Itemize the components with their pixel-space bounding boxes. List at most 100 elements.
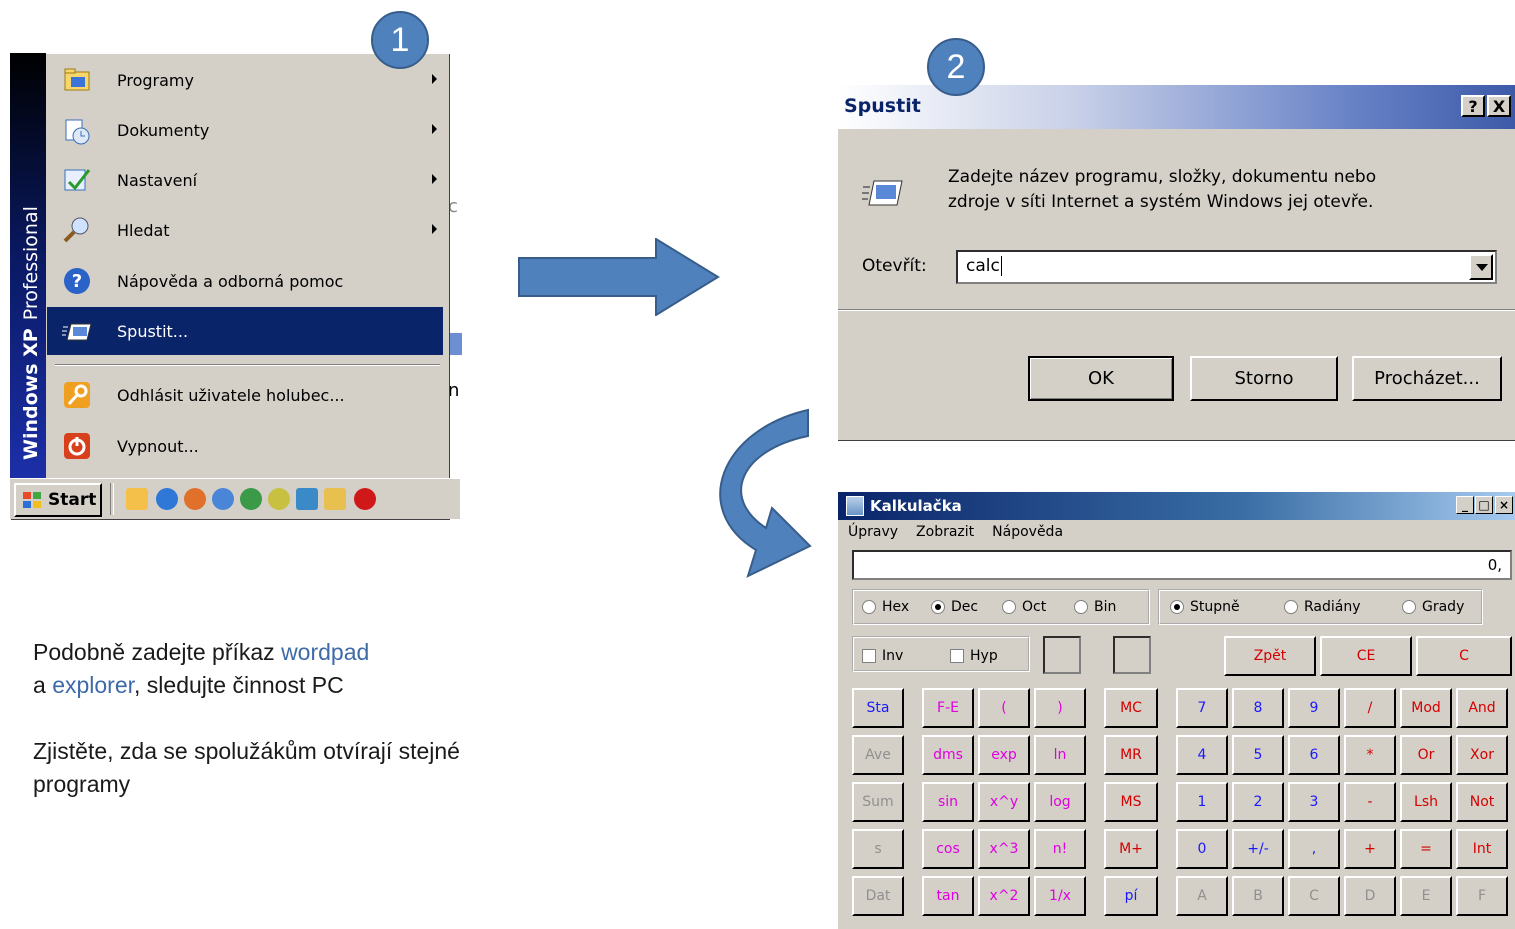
inv-checkbox[interactable]: Inv bbox=[862, 648, 903, 664]
radio-oct[interactable]: Oct bbox=[1002, 599, 1046, 615]
calc-key[interactable]: MS bbox=[1104, 782, 1158, 822]
calc-key[interactable]: dms bbox=[922, 735, 974, 775]
clear-entry-key[interactable]: CE bbox=[1320, 636, 1412, 676]
calc-key[interactable]: , bbox=[1288, 829, 1340, 869]
minimize-button[interactable]: _ bbox=[1456, 496, 1474, 514]
start-menu-item-settings[interactable]: Nastavení bbox=[47, 156, 443, 204]
calc-key[interactable]: sin bbox=[922, 782, 974, 822]
calc-key[interactable]: 8 bbox=[1232, 688, 1284, 728]
calc-key[interactable]: E bbox=[1400, 876, 1452, 916]
cancel-button[interactable]: Storno bbox=[1190, 356, 1338, 401]
calc-key[interactable]: 5 bbox=[1232, 735, 1284, 775]
paint-icon[interactable] bbox=[268, 488, 290, 510]
calc-key[interactable]: C bbox=[1288, 876, 1340, 916]
calc-key[interactable]: x^3 bbox=[978, 829, 1030, 869]
opera-icon[interactable] bbox=[354, 488, 376, 510]
instruction-text: , sledujte činnost PC bbox=[134, 672, 344, 698]
calc-key[interactable]: x^2 bbox=[978, 876, 1030, 916]
calc-key[interactable]: / bbox=[1344, 688, 1396, 728]
calc-key[interactable]: + bbox=[1344, 829, 1396, 869]
chart-app-icon[interactable] bbox=[296, 488, 318, 510]
radio-hex[interactable]: Hex bbox=[862, 599, 909, 615]
calc-key[interactable]: Mod bbox=[1400, 688, 1452, 728]
calculator-menubar: Úpravy Zobrazit Nápověda bbox=[848, 524, 1063, 540]
start-menu-item-help[interactable]: ? Nápověda a odborná pomoc bbox=[47, 257, 443, 305]
calc-key[interactable]: Xor bbox=[1456, 735, 1508, 775]
thunderbird-icon[interactable] bbox=[212, 488, 234, 510]
calc-key[interactable]: Int bbox=[1456, 829, 1508, 869]
open-command-input[interactable]: calc​ bbox=[956, 250, 1497, 284]
start-menu-item-shutdown[interactable]: Vypnout... bbox=[47, 422, 443, 470]
backspace-key[interactable]: Zpět bbox=[1224, 636, 1316, 676]
calc-key[interactable]: 7 bbox=[1176, 688, 1228, 728]
calc-key[interactable]: x^y bbox=[978, 782, 1030, 822]
calc-key[interactable]: pí bbox=[1104, 876, 1158, 916]
radio-degrees[interactable]: Stupně bbox=[1170, 599, 1240, 615]
calc-key[interactable]: = bbox=[1400, 829, 1452, 869]
calc-key[interactable]: M+ bbox=[1104, 829, 1158, 869]
calc-key[interactable]: F-E bbox=[922, 688, 974, 728]
menu-edit[interactable]: Úpravy bbox=[848, 524, 898, 540]
firefox-icon[interactable] bbox=[184, 488, 206, 510]
calc-key[interactable]: ) bbox=[1034, 688, 1086, 728]
radio-grads[interactable]: Grady bbox=[1402, 599, 1464, 615]
calc-key[interactable]: s bbox=[852, 829, 904, 869]
start-menu-item-documents[interactable]: Dokumenty bbox=[47, 106, 443, 154]
calc-key[interactable]: 1 bbox=[1176, 782, 1228, 822]
clear-key[interactable]: C bbox=[1416, 636, 1512, 676]
calc-key[interactable]: ln bbox=[1034, 735, 1086, 775]
hyp-checkbox[interactable]: Hyp bbox=[950, 648, 998, 664]
calc-key[interactable]: tan bbox=[922, 876, 974, 916]
calc-key[interactable]: 9 bbox=[1288, 688, 1340, 728]
calc-key[interactable]: log bbox=[1034, 782, 1086, 822]
calc-key[interactable]: cos bbox=[922, 829, 974, 869]
dropdown-button[interactable] bbox=[1469, 254, 1493, 280]
calc-key[interactable]: And bbox=[1456, 688, 1508, 728]
browse-button[interactable]: Procházet... bbox=[1352, 356, 1502, 401]
start-menu-item-search[interactable]: Hledat bbox=[47, 206, 443, 254]
radio-radians[interactable]: Radiány bbox=[1284, 599, 1361, 615]
ok-button[interactable]: OK bbox=[1028, 356, 1174, 401]
calc-key[interactable]: MR bbox=[1104, 735, 1158, 775]
calc-key[interactable]: +/- bbox=[1232, 829, 1284, 869]
desktop-icon[interactable] bbox=[126, 488, 148, 510]
close-button[interactable]: × bbox=[1495, 496, 1513, 514]
calc-key[interactable]: Or bbox=[1400, 735, 1452, 775]
menu-help[interactable]: Nápověda bbox=[992, 524, 1063, 540]
help-button[interactable]: ? bbox=[1461, 95, 1485, 117]
menu-view[interactable]: Zobrazit bbox=[916, 524, 974, 540]
calc-key[interactable]: Dat bbox=[852, 876, 904, 916]
calc-key[interactable]: B bbox=[1232, 876, 1284, 916]
calc-key[interactable]: MC bbox=[1104, 688, 1158, 728]
internet-explorer-icon[interactable] bbox=[156, 488, 178, 510]
calc-key[interactable]: 1/x bbox=[1034, 876, 1086, 916]
start-menu-item-logoff[interactable]: Odhlásit uživatele holubec... bbox=[47, 371, 443, 419]
media-player-icon[interactable] bbox=[240, 488, 262, 510]
calc-key[interactable]: Lsh bbox=[1400, 782, 1452, 822]
calc-key[interactable]: - bbox=[1344, 782, 1396, 822]
start-button[interactable]: Start bbox=[14, 483, 102, 517]
background-fragment: c bbox=[448, 196, 458, 217]
calc-key[interactable]: * bbox=[1344, 735, 1396, 775]
calc-key[interactable]: ( bbox=[978, 688, 1030, 728]
close-button[interactable]: X bbox=[1487, 95, 1511, 117]
calc-key[interactable]: Not bbox=[1456, 782, 1508, 822]
calc-key[interactable]: n! bbox=[1034, 829, 1086, 869]
calc-key[interactable]: F bbox=[1456, 876, 1508, 916]
calc-key[interactable]: Sum bbox=[852, 782, 904, 822]
calc-key[interactable]: 2 bbox=[1232, 782, 1284, 822]
calc-key[interactable]: exp bbox=[978, 735, 1030, 775]
radio-bin[interactable]: Bin bbox=[1074, 599, 1116, 615]
folder-icon[interactable] bbox=[324, 488, 346, 510]
calc-key[interactable]: D bbox=[1344, 876, 1396, 916]
calc-key[interactable]: 0 bbox=[1176, 829, 1228, 869]
radio-dec[interactable]: Dec bbox=[931, 599, 978, 615]
calc-key[interactable]: 3 bbox=[1288, 782, 1340, 822]
calc-key[interactable]: A bbox=[1176, 876, 1228, 916]
calc-key[interactable]: 6 bbox=[1288, 735, 1340, 775]
maximize-button[interactable]: □ bbox=[1475, 496, 1493, 514]
calc-key[interactable]: Ave bbox=[852, 735, 904, 775]
calc-key[interactable]: 4 bbox=[1176, 735, 1228, 775]
start-menu-item-run[interactable]: Spustit... bbox=[47, 307, 443, 355]
calc-key[interactable]: Sta bbox=[852, 688, 904, 728]
